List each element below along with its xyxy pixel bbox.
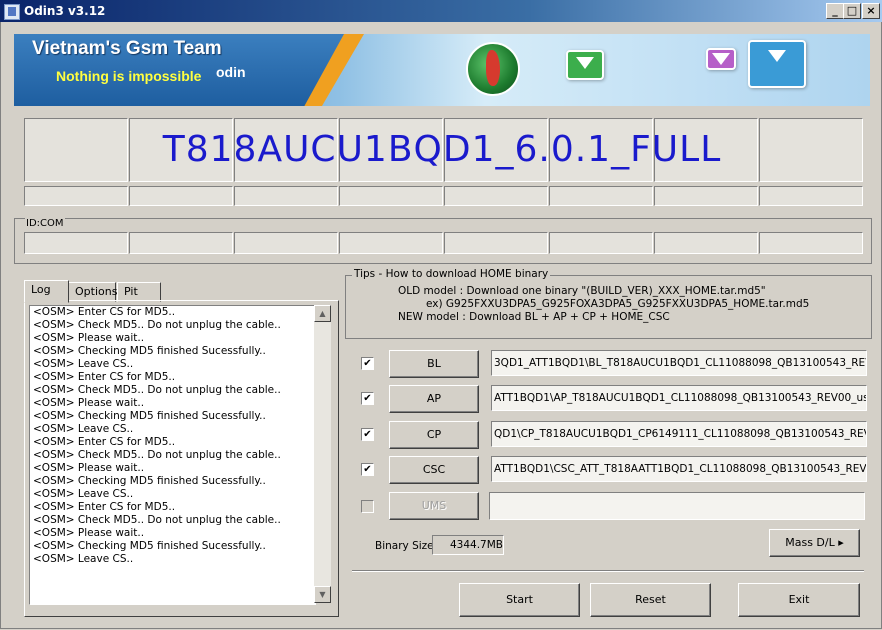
ap-checkbox[interactable]: ✔ bbox=[361, 392, 374, 405]
banner-slogan: Nothing is impossible bbox=[56, 68, 202, 84]
maximize-button[interactable]: □ bbox=[843, 3, 861, 19]
csc-button[interactable]: CSC bbox=[389, 456, 479, 484]
bl-button[interactable]: BL bbox=[389, 350, 479, 378]
progress-cell bbox=[654, 186, 758, 206]
tab-log[interactable]: Log bbox=[24, 280, 69, 303]
id-com-label: ID:COM bbox=[25, 218, 65, 229]
ap-path-field[interactable]: ATT1BQD1\AP_T818AUCU1BQD1_CL11088098_QB1… bbox=[491, 385, 867, 411]
banner-app-name: odin bbox=[216, 64, 246, 80]
log-line: <OSM> Please wait.. bbox=[33, 397, 145, 409]
port-cell bbox=[759, 118, 863, 182]
divider bbox=[352, 570, 864, 572]
com-port-cell bbox=[339, 232, 443, 254]
progress-cell bbox=[444, 186, 548, 206]
banner-team-text: Vietnam's Gsm Team bbox=[32, 38, 222, 59]
title-bar[interactable]: Odin3 v3.12 _ □ × bbox=[0, 0, 882, 22]
log-line: <OSM> Checking MD5 finished Sucessfully.… bbox=[33, 410, 266, 422]
progress-cell bbox=[234, 186, 338, 206]
minimize-button[interactable]: _ bbox=[826, 3, 844, 19]
ap-button[interactable]: AP bbox=[389, 385, 479, 413]
globe-icon bbox=[466, 42, 520, 96]
log-line: <OSM> Enter CS for MD5.. bbox=[33, 306, 176, 318]
reset-button[interactable]: Reset bbox=[590, 583, 711, 617]
log-line: <OSM> Leave CS.. bbox=[33, 358, 134, 370]
bl-checkbox[interactable]: ✔ bbox=[361, 357, 374, 370]
tab-options[interactable]: Options bbox=[68, 282, 117, 302]
com-port-cell bbox=[24, 232, 128, 254]
log-line: <OSM> Check MD5.. Do not unplug the cabl… bbox=[33, 384, 281, 396]
close-button[interactable]: × bbox=[862, 3, 880, 19]
download-icon bbox=[748, 40, 806, 88]
log-line: <OSM> Check MD5.. Do not unplug the cabl… bbox=[33, 514, 281, 526]
exit-button[interactable]: Exit bbox=[738, 583, 860, 617]
bl-path-field[interactable]: 3QD1_ATT1BQD1\BL_T818AUCU1BQD1_CL1108809… bbox=[491, 350, 867, 376]
com-port-cell bbox=[549, 232, 653, 254]
window-title: Odin3 v3.12 bbox=[24, 4, 106, 18]
log-line: <OSM> Leave CS.. bbox=[33, 423, 134, 435]
log-line: <OSM> Enter CS for MD5.. bbox=[33, 501, 176, 513]
binary-size-label: Binary Size bbox=[375, 540, 434, 552]
log-line: <OSM> Please wait.. bbox=[33, 332, 145, 344]
log-line: <OSM> Check MD5.. Do not unplug the cabl… bbox=[33, 319, 281, 331]
scroll-up-icon[interactable]: ▲ bbox=[314, 305, 331, 322]
current-file-label: T818AUCU1BQD1_6.0.1_FULL bbox=[162, 129, 722, 170]
log-line: <OSM> Enter CS for MD5.. bbox=[33, 436, 176, 448]
ums-button[interactable]: UMS bbox=[389, 492, 479, 520]
com-port-cell bbox=[129, 232, 233, 254]
tips-line: ex) G925FXXU3DPA5_G925FOXA3DPA5_G925FXXU… bbox=[426, 298, 810, 310]
progress-cell bbox=[24, 186, 128, 206]
mass-dl-button[interactable]: Mass D/L ▸ bbox=[769, 529, 860, 557]
progress-cell bbox=[129, 186, 233, 206]
cp-checkbox[interactable]: ✔ bbox=[361, 428, 374, 441]
log-line: <OSM> Please wait.. bbox=[33, 527, 145, 539]
banner: Vietnam's Gsm Team Nothing is impossible… bbox=[14, 34, 870, 106]
log-line: <OSM> Check MD5.. Do not unplug the cabl… bbox=[33, 449, 281, 461]
tips-group: Tips - How to download HOME binary OLD m… bbox=[345, 268, 872, 339]
download-icon bbox=[706, 48, 736, 70]
ums-path-field[interactable] bbox=[489, 492, 865, 520]
binary-size-value: 4344.7MB bbox=[432, 535, 504, 555]
progress-cell bbox=[549, 186, 653, 206]
log-line: <OSM> Please wait.. bbox=[33, 462, 145, 474]
csc-checkbox[interactable]: ✔ bbox=[361, 463, 374, 476]
app-icon bbox=[4, 4, 20, 20]
log-line: <OSM> Leave CS.. bbox=[33, 488, 134, 500]
ums-checkbox[interactable] bbox=[361, 500, 374, 513]
progress-cell bbox=[759, 186, 863, 206]
cp-button[interactable]: CP bbox=[389, 421, 479, 449]
com-port-cell bbox=[444, 232, 548, 254]
log-textarea[interactable]: <OSM> Enter CS for MD5.. <OSM> Check MD5… bbox=[29, 305, 316, 605]
log-line: <OSM> Checking MD5 finished Sucessfully.… bbox=[33, 540, 266, 552]
port-cell bbox=[24, 118, 128, 182]
log-line: <OSM> Leave CS.. bbox=[33, 553, 134, 565]
log-line: <OSM> Enter CS for MD5.. bbox=[33, 371, 176, 383]
scroll-down-icon[interactable]: ▼ bbox=[314, 586, 331, 603]
tips-line: NEW model : Download BL + AP + CP + HOME… bbox=[398, 311, 670, 323]
log-line: <OSM> Checking MD5 finished Sucessfully.… bbox=[33, 345, 266, 357]
tips-line: OLD model : Download one binary "(BUILD_… bbox=[398, 285, 766, 297]
tab-pit[interactable]: Pit bbox=[117, 282, 161, 302]
com-port-cell bbox=[654, 232, 758, 254]
csc-path-field[interactable]: ATT1BQD1\CSC_ATT_T818AATT1BQD1_CL1108809… bbox=[491, 456, 867, 482]
com-port-cell bbox=[234, 232, 338, 254]
download-icon bbox=[566, 50, 604, 80]
log-scrollbar[interactable]: ▲ ▼ bbox=[314, 305, 331, 603]
cp-path-field[interactable]: QD1\CP_T818AUCU1BQD1_CP6149111_CL1108809… bbox=[491, 421, 867, 447]
log-line: <OSM> Checking MD5 finished Sucessfully.… bbox=[33, 475, 266, 487]
tips-title: Tips - How to download HOME binary bbox=[352, 268, 551, 280]
start-button[interactable]: Start bbox=[459, 583, 580, 617]
com-port-cell bbox=[759, 232, 863, 254]
progress-cell bbox=[339, 186, 443, 206]
